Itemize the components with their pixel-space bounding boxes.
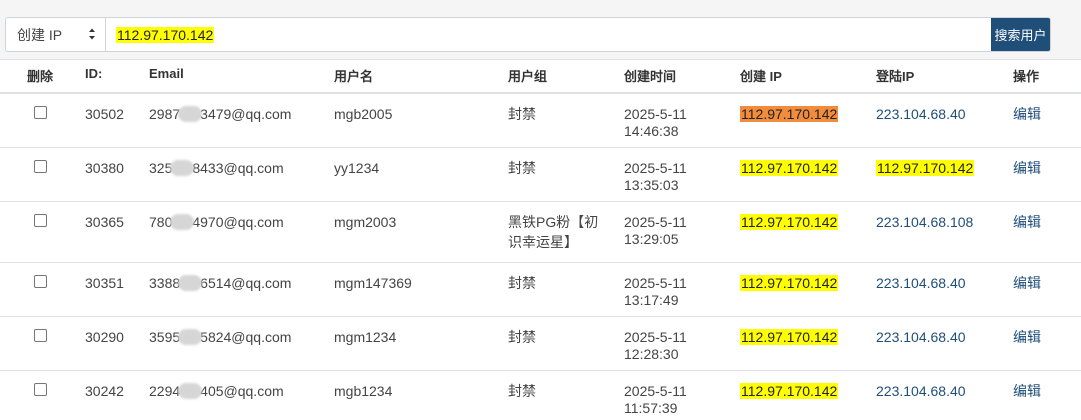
user-username: mgm1234: [334, 316, 508, 371]
column-header-delete: 删除: [0, 60, 80, 94]
created-ip-highlight: 112.97.170.142: [740, 382, 839, 399]
redaction-blur: [178, 106, 203, 122]
search-bar: 创建 IP 112.97.170.142 搜索用户: [0, 0, 1081, 60]
row-select-checkbox[interactable]: [33, 274, 47, 288]
user-username: mgb2005: [334, 93, 508, 148]
column-header-login-ip: 登陆IP: [876, 60, 1013, 94]
search-group: 创建 IP 112.97.170.142 搜索用户: [5, 17, 1051, 52]
user-email: 3388 6514@qq.com: [149, 262, 334, 317]
user-id: 30290: [80, 316, 149, 371]
user-group: 封禁: [508, 159, 536, 176]
table-row: 30351 3388 6514@qq.com mgm147369 封禁 2025-…: [0, 262, 1081, 317]
user-created-time: 2025-5-11 13:29:05: [624, 201, 740, 263]
created-ip-highlight: 112.97.170.142: [740, 274, 839, 291]
user-created-time: 2025-5-11 13:17:49: [624, 262, 740, 317]
users-table: 删除 ID: Email 用户名 用户组 创建时间 创建 IP 登陆IP 操作 …: [0, 60, 1081, 420]
login-ip-highlight[interactable]: 112.97.170.142: [876, 159, 975, 176]
user-group: 封禁: [508, 382, 536, 399]
row-select-checkbox[interactable]: [33, 213, 47, 227]
column-header-email: Email: [149, 60, 334, 94]
user-username: mgb1234: [334, 382, 393, 399]
column-header-id: ID:: [80, 60, 149, 94]
user-id: 30365: [80, 201, 149, 263]
search-input-value: 112.97.170.142: [116, 26, 215, 43]
edit-link[interactable]: 编辑: [1013, 329, 1041, 345]
user-username: mgm147369: [334, 262, 508, 317]
login-ip-link[interactable]: 223.104.68.40: [876, 383, 966, 399]
user-id: 30502: [80, 93, 149, 148]
user-group: 黑铁PG粉【初识幸运星】: [508, 213, 599, 250]
table-row: 30502 2987 3479@qq.com mgb2005 封禁 2025-5-…: [0, 93, 1081, 148]
redaction-blur: [178, 274, 203, 291]
created-ip-highlight: 112.97.170.142: [740, 106, 839, 122]
row-select-checkbox[interactable]: [33, 382, 47, 396]
user-email: 2987 3479@qq.com: [149, 93, 334, 148]
edit-link[interactable]: 编辑: [1013, 214, 1041, 230]
column-header-action: 操作: [1013, 60, 1081, 94]
row-select-checkbox[interactable]: [33, 106, 47, 119]
edit-link[interactable]: 编辑: [1013, 383, 1041, 399]
login-ip-link[interactable]: 223.104.68.40: [876, 329, 966, 345]
user-email: 3595 5824@qq.com: [149, 316, 334, 371]
table-row: 30365 780 4970@qq.com mgm2003 黑铁PG粉【初识幸运星…: [0, 201, 1081, 263]
redaction-blur: [170, 159, 195, 176]
user-email: 2294 405@qq.com: [149, 382, 284, 399]
login-ip-link[interactable]: 223.104.68.40: [876, 275, 966, 291]
created-ip-highlight: 112.97.170.142: [740, 213, 839, 230]
select-updown-icon: [89, 28, 95, 40]
row-select-checkbox[interactable]: [33, 159, 47, 173]
row-select-checkbox[interactable]: [33, 328, 47, 342]
user-created-time: 2025-5-11 13:35:03: [624, 147, 740, 202]
column-header-group: 用户组: [508, 60, 624, 94]
table-row: 30380 325 8433@qq.com yy1234 封禁 2025-5-11…: [0, 147, 1081, 202]
search-users-button[interactable]: 搜索用户: [991, 18, 1050, 51]
user-username: mgm2003: [334, 201, 508, 263]
search-input[interactable]: 112.97.170.142: [106, 18, 991, 51]
search-field-select-label: 创建 IP: [17, 26, 63, 43]
table-header-row: 删除 ID: Email 用户名 用户组 创建时间 创建 IP 登陆IP 操作: [0, 60, 1081, 94]
user-id: 30351: [80, 262, 149, 317]
user-created-time: 2025-5-11 11:57:39: [624, 382, 687, 416]
column-header-created-time: 创建时间: [624, 60, 740, 94]
created-ip-highlight: 112.97.170.142: [740, 328, 839, 345]
redaction-blur: [170, 213, 195, 230]
redaction-blur: [178, 382, 203, 399]
login-ip-link[interactable]: 223.104.68.108: [876, 214, 973, 230]
user-email: 325 8433@qq.com: [149, 147, 334, 202]
user-created-time: 2025-5-11 14:46:38: [624, 93, 740, 148]
login-ip-link[interactable]: 223.104.68.40: [876, 106, 966, 122]
search-field-select[interactable]: 创建 IP: [6, 18, 106, 51]
table-row: 30290 3595 5824@qq.com mgm1234 封禁 2025-5-…: [0, 316, 1081, 371]
user-email: 780 4970@qq.com: [149, 201, 334, 263]
user-id: 30380: [80, 147, 149, 202]
column-header-username: 用户名: [334, 60, 508, 94]
user-created-time: 2025-5-11 12:28:30: [624, 316, 740, 371]
edit-link[interactable]: 编辑: [1013, 106, 1041, 122]
user-username: yy1234: [334, 147, 508, 202]
user-group: 封禁: [508, 106, 536, 122]
user-group: 封禁: [508, 274, 536, 291]
table-row: 30242 2294 405@qq.com mgb1234 封禁 2025-5-1…: [0, 370, 1081, 420]
column-header-created-ip: 创建 IP: [740, 60, 876, 94]
edit-link[interactable]: 编辑: [1013, 160, 1041, 176]
redaction-blur: [178, 328, 203, 345]
edit-link[interactable]: 编辑: [1013, 275, 1041, 291]
created-ip-highlight: 112.97.170.142: [740, 159, 839, 176]
user-group: 封禁: [508, 328, 536, 345]
user-id: 30242: [85, 382, 124, 399]
